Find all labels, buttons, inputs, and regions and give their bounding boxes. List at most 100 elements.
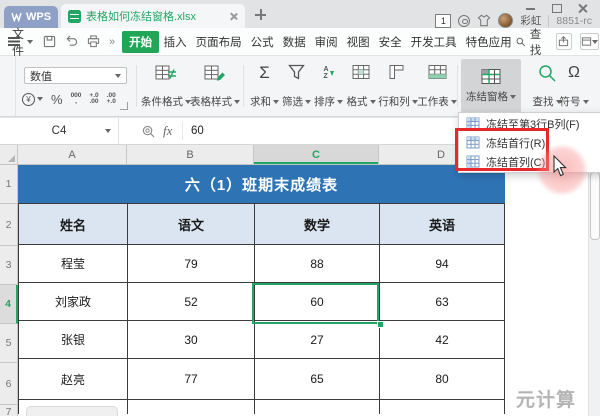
header-cell[interactable]: 语文 xyxy=(128,204,255,245)
function-search-icon[interactable] xyxy=(142,125,155,138)
tab-formulas[interactable]: 公式 xyxy=(246,31,278,53)
column-header-a[interactable]: A xyxy=(18,145,127,164)
share-button[interactable] xyxy=(556,33,572,50)
save-icon[interactable] xyxy=(43,35,56,48)
tab-special-apps[interactable]: 特色应用 xyxy=(461,31,516,53)
cell-a3[interactable]: 程莹 xyxy=(19,245,128,283)
cell-b3[interactable]: 79 xyxy=(128,245,255,283)
name-box[interactable]: C4 xyxy=(0,118,119,144)
filter-button[interactable]: 筛选 xyxy=(279,62,314,111)
worksheet-icon xyxy=(428,64,447,81)
cell-b5[interactable]: 30 xyxy=(128,321,255,359)
ribbon-find-label: 查找 xyxy=(533,94,554,109)
freeze-panes-button[interactable]: 冻结窗格 xyxy=(461,59,521,113)
cell-c6[interactable]: 65 xyxy=(255,359,380,400)
cell-c5[interactable]: 27 xyxy=(255,321,380,359)
chevron-down-icon xyxy=(510,95,516,99)
percent-button[interactable]: % xyxy=(51,92,63,107)
row-header-4[interactable]: 4 xyxy=(0,285,18,324)
cell-a4[interactable]: 刘家政 xyxy=(19,283,128,321)
scrollbar-thumb[interactable] xyxy=(590,172,600,240)
rows-columns-button[interactable]: 行和列 xyxy=(376,62,420,111)
cell-b4[interactable]: 52 xyxy=(128,283,255,321)
cell-b6[interactable]: 77 xyxy=(128,359,255,400)
maximize-button[interactable] xyxy=(552,4,562,13)
tab-view[interactable]: 视图 xyxy=(342,31,374,53)
avatar[interactable] xyxy=(498,13,513,28)
close-tab-icon[interactable] xyxy=(229,12,238,21)
new-window-button[interactable] xyxy=(580,33,599,50)
minimize-button[interactable] xyxy=(526,4,536,13)
table-title-cell[interactable]: 六（1）班期末成绩表 xyxy=(19,166,505,204)
cell-d6[interactable]: 80 xyxy=(380,359,505,400)
find-label: 查找 xyxy=(530,26,548,58)
currency-button[interactable]: ¥ xyxy=(22,93,43,106)
new-tab-button[interactable] xyxy=(255,9,266,20)
row-header-2[interactable]: 2 xyxy=(0,204,18,246)
document-tab[interactable]: 表格如何冻结窗格.xlsx xyxy=(61,4,245,28)
print-icon[interactable] xyxy=(87,35,100,48)
increase-decimal-button[interactable]: +.0 .00 xyxy=(89,93,98,105)
cell-d3[interactable]: 94 xyxy=(380,245,505,283)
tab-insert[interactable]: 插入 xyxy=(159,31,191,53)
decrease-decimal-button[interactable]: .00 +.0 xyxy=(107,93,116,105)
sort-button[interactable]: AZ 排序 xyxy=(311,62,346,111)
close-window-button[interactable] xyxy=(578,4,588,13)
worksheet-button[interactable]: 工作表 xyxy=(415,62,459,111)
table-style-button[interactable]: 表格样式 xyxy=(189,62,241,111)
cell-d4[interactable]: 63 xyxy=(380,283,505,321)
cell-a5[interactable]: 张银 xyxy=(19,321,128,359)
select-all-corner[interactable] xyxy=(0,145,18,164)
cell-d7[interactable] xyxy=(380,400,505,414)
number-format-value: 数值 xyxy=(30,68,52,84)
table-row: 赵亮 77 65 80 xyxy=(19,359,505,400)
column-header-b[interactable]: B xyxy=(127,145,254,164)
dialog-launcher-icon[interactable] xyxy=(120,102,128,110)
header-cell[interactable]: 英语 xyxy=(380,204,505,245)
tab-data[interactable]: 数据 xyxy=(278,31,310,53)
tab-review[interactable]: 审阅 xyxy=(310,31,342,53)
header-cell[interactable]: 姓名 xyxy=(19,204,128,245)
row-header-1[interactable]: 1 xyxy=(0,165,18,204)
format-button[interactable]: 格式 xyxy=(342,62,380,111)
freeze-panes-label: 冻结窗格 xyxy=(466,89,508,104)
cell-c3[interactable]: 88 xyxy=(255,245,380,283)
tab-home[interactable]: 开始 xyxy=(122,31,159,53)
cell-b7[interactable] xyxy=(128,400,255,414)
row-header-3[interactable]: 3 xyxy=(0,246,18,285)
sort-label: 排序 xyxy=(314,94,335,109)
skin-icon[interactable] xyxy=(477,14,491,27)
fx-icon[interactable]: fx xyxy=(163,123,172,139)
tab-developer[interactable]: 开发工具 xyxy=(406,31,461,53)
wps-logo-label: WPS xyxy=(26,11,51,23)
header-cell[interactable]: 数学 xyxy=(255,204,380,245)
row-header-7[interactable]: 7 xyxy=(0,405,18,416)
symbol-button[interactable]: Ω 符号 xyxy=(556,62,592,111)
conditional-format-button[interactable]: 条件格式 xyxy=(140,62,192,111)
undo-icon[interactable] xyxy=(65,35,78,48)
window-icon xyxy=(581,36,592,47)
tab-security[interactable]: 安全 xyxy=(374,31,406,53)
table-row: 张银 30 27 42 xyxy=(19,321,505,359)
file-menu[interactable]: 文件 xyxy=(12,25,24,59)
thousands-separator-button[interactable]: 000 , xyxy=(71,93,82,105)
annotation-red-box xyxy=(455,128,549,171)
sum-button[interactable]: Σ 求和 xyxy=(247,62,282,111)
toolbar-more-icon[interactable]: » xyxy=(109,36,115,48)
tab-page-layout[interactable]: 页面布局 xyxy=(191,31,246,53)
formula-input[interactable]: 60 xyxy=(191,118,204,144)
record-icon[interactable] xyxy=(458,15,470,27)
sort-az-icon: AZ xyxy=(323,64,333,82)
number-format-select[interactable]: 数值 xyxy=(24,67,127,84)
find-button[interactable]: 查找 xyxy=(516,26,548,58)
row-header-6[interactable]: 6 xyxy=(0,363,18,405)
vertical-scrollbar[interactable] xyxy=(588,165,600,416)
fill-handle[interactable] xyxy=(377,321,384,328)
column-header-c[interactable]: C xyxy=(254,145,379,164)
message-count-badge[interactable]: 1 xyxy=(435,14,451,28)
cell-c7[interactable] xyxy=(255,400,380,414)
row-header-5[interactable]: 5 xyxy=(0,324,18,363)
quick-toolbar: » xyxy=(43,35,115,48)
cell-a6[interactable]: 赵亮 xyxy=(19,359,128,400)
cell-d5[interactable]: 42 xyxy=(380,321,505,359)
